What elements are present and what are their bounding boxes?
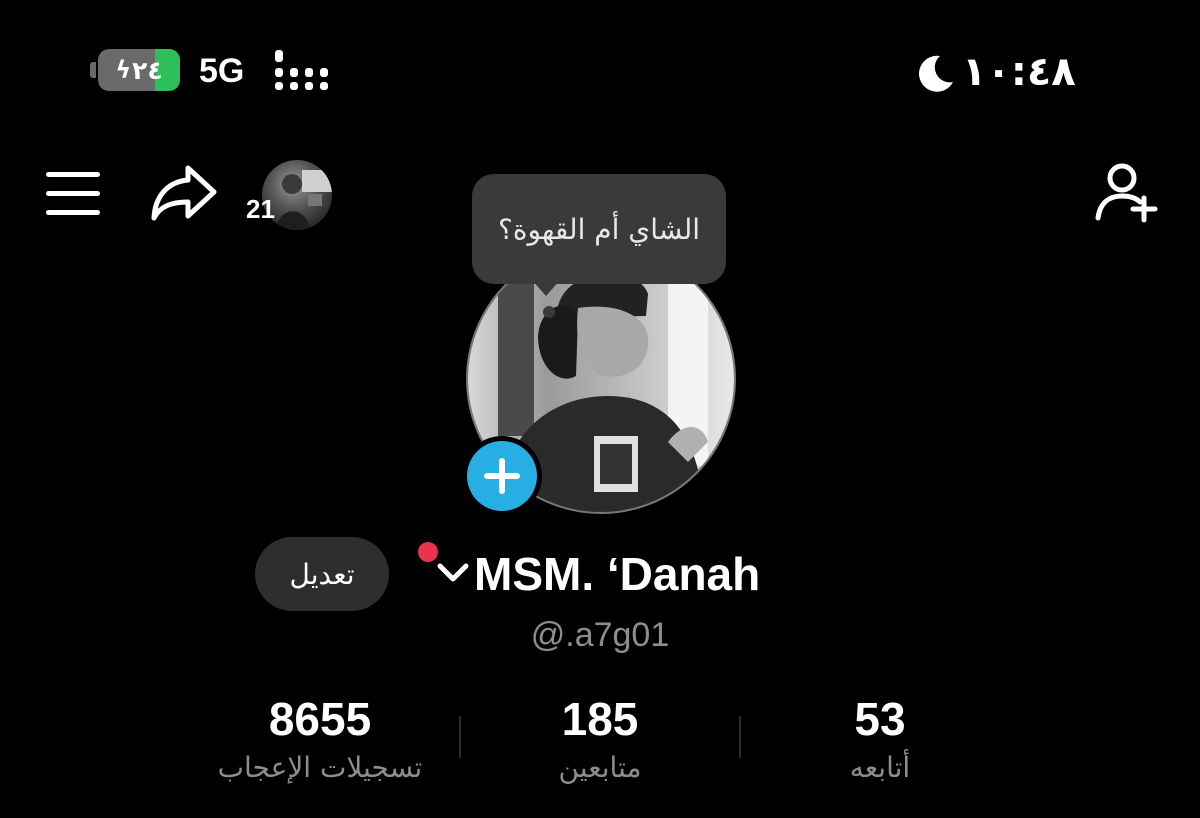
username: @.a7g01 xyxy=(0,614,1200,656)
stat-following[interactable]: 53 أتابعه xyxy=(730,692,1030,788)
battery-nub xyxy=(90,62,96,78)
stat-followers[interactable]: 185 متابعين xyxy=(450,692,750,788)
note-tooltip[interactable]: الشاي أم القهوة؟ xyxy=(472,174,726,284)
following-count: 53 xyxy=(854,693,906,745)
chevron-down-icon[interactable] xyxy=(436,560,470,586)
battery-percentage: ϟ ٢٤ xyxy=(98,49,180,91)
charging-bolt-icon: ϟ xyxy=(115,56,132,84)
following-label: أتابعه xyxy=(849,751,911,784)
edit-profile-label: تعديل xyxy=(289,557,355,591)
share-icon[interactable] xyxy=(148,160,220,226)
edit-profile-button[interactable]: تعديل xyxy=(255,537,389,611)
username-text: @.a7g01 xyxy=(530,616,670,654)
menu-icon-line xyxy=(46,210,100,215)
plus-icon xyxy=(484,458,520,494)
display-name[interactable]: MSM. ‘Danah xyxy=(474,546,760,602)
menu-icon-line xyxy=(46,191,100,196)
followers-count: 185 xyxy=(561,693,639,745)
stat-likes[interactable]: 8655 تسجيلات الإعجاب xyxy=(170,692,470,788)
moon-icon xyxy=(919,55,953,92)
followers-label: متابعين xyxy=(558,751,642,784)
menu-icon-line xyxy=(46,172,100,177)
notification-dot xyxy=(418,542,438,562)
likes-label: تسجيلات الإعجاب xyxy=(217,751,423,784)
menu-button[interactable] xyxy=(44,168,102,218)
note-text: الشاي أم القهوة؟ xyxy=(497,212,701,246)
battery-value: ٢٤ xyxy=(132,55,163,85)
signal-bars-icon xyxy=(275,50,328,90)
status-time: ١٠:٤٨ xyxy=(962,49,1076,95)
network-type: 5G xyxy=(199,52,245,90)
add-story-background xyxy=(467,441,537,511)
add-story-button[interactable] xyxy=(462,436,542,516)
likes-count: 8655 xyxy=(268,693,372,745)
story-count: 21 xyxy=(246,194,275,224)
add-friend-icon[interactable] xyxy=(1092,160,1162,226)
battery-indicator: ϟ ٢٤ xyxy=(98,49,180,91)
tooltip-dot xyxy=(543,306,555,318)
